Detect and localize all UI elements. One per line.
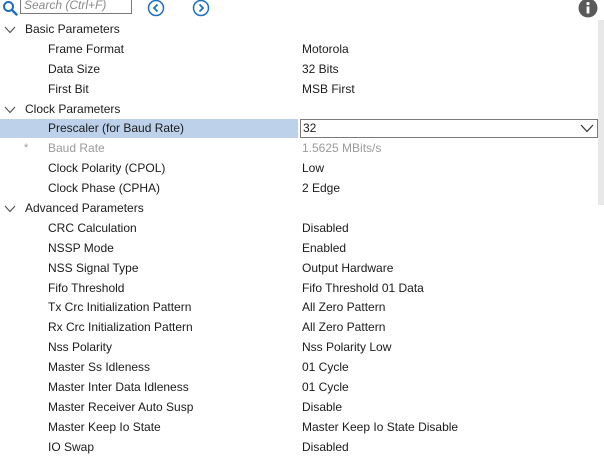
parameter-tree: Basic Parameters Frame Format Motorola D…: [0, 20, 600, 458]
toolbar: [0, 0, 604, 18]
param-label: Master Ss Idleness: [48, 360, 151, 375]
param-value[interactable]: MSB First: [302, 80, 355, 100]
param-label: Rx Crc Initialization Pattern: [48, 320, 193, 335]
param-value[interactable]: Output Hardware: [302, 259, 393, 279]
param-label: Master Inter Data Idleness: [48, 380, 189, 395]
info-icon[interactable]: [578, 0, 598, 18]
param-row-nss-polarity[interactable]: Nss Polarity Nss Polarity Low: [0, 338, 600, 358]
param-row-clock-polarity[interactable]: Clock Polarity (CPOL) Low: [0, 159, 600, 179]
param-row-tx-crc-init-pattern[interactable]: Tx Crc Initialization Pattern All Zero P…: [0, 298, 600, 318]
chevron-down-icon[interactable]: [4, 26, 16, 34]
circle-chevron-left-icon[interactable]: [147, 0, 165, 17]
param-row-baud-rate: * Baud Rate 1.5625 MBits/s: [0, 139, 600, 159]
param-value[interactable]: Disabled: [302, 438, 349, 458]
param-row-rx-crc-init-pattern[interactable]: Rx Crc Initialization Pattern All Zero P…: [0, 318, 600, 338]
param-label: Master Receiver Auto Susp: [48, 399, 194, 414]
group-basic-parameters[interactable]: Basic Parameters: [0, 20, 600, 40]
param-row-nssp-mode[interactable]: NSSP Mode Enabled: [0, 239, 600, 259]
param-value[interactable]: Nss Polarity Low: [302, 338, 391, 358]
param-value[interactable]: 01 Cycle: [302, 378, 349, 398]
prescaler-dropdown[interactable]: 32: [300, 119, 598, 139]
param-label: Baud Rate: [48, 141, 105, 156]
param-label: NSSP Mode: [48, 240, 114, 255]
param-row-master-keep-io-state[interactable]: Master Keep Io State Master Keep Io Stat…: [0, 418, 600, 438]
chevron-down-icon[interactable]: [4, 106, 16, 114]
circle-chevron-right-icon[interactable]: [192, 0, 210, 17]
param-label: Data Size: [48, 61, 101, 76]
param-value: 1.5625 MBits/s: [302, 141, 382, 156]
chevron-down-icon[interactable]: [4, 205, 16, 213]
param-row-prescaler[interactable]: Prescaler (for Baud Rate) 32: [0, 119, 600, 139]
param-row-frame-format[interactable]: Frame Format Motorola: [0, 40, 600, 60]
group-label: Clock Parameters: [25, 101, 121, 116]
chevron-down-icon[interactable]: [580, 124, 594, 133]
param-label: Nss Polarity: [48, 340, 113, 355]
param-label: Clock Phase (CPHA): [48, 181, 161, 196]
param-value[interactable]: Fifo Threshold 01 Data: [302, 279, 424, 299]
param-value[interactable]: 01 Cycle: [302, 358, 349, 378]
param-value[interactable]: Motorola: [302, 40, 349, 60]
param-value[interactable]: Master Keep Io State Disable: [302, 418, 458, 438]
group-clock-parameters[interactable]: Clock Parameters: [0, 100, 600, 120]
param-row-master-inter-data-idleness[interactable]: Master Inter Data Idleness 01 Cycle: [0, 378, 600, 398]
param-label: Clock Polarity (CPOL): [48, 161, 166, 176]
param-value[interactable]: 2 Edge: [302, 179, 340, 199]
search-input[interactable]: [20, 0, 132, 14]
param-label: IO Swap: [48, 439, 95, 454]
param-label: Tx Crc Initialization Pattern: [48, 300, 192, 315]
param-value[interactable]: Enabled: [302, 239, 346, 259]
group-label: Advanced Parameters: [25, 201, 144, 216]
param-row-master-receiver-auto-susp[interactable]: Master Receiver Auto Susp Disable: [0, 398, 600, 418]
param-value[interactable]: All Zero Pattern: [302, 318, 385, 338]
param-row-nss-signal-type[interactable]: NSS Signal Type Output Hardware: [0, 259, 600, 279]
param-value[interactable]: Disable: [302, 398, 342, 418]
param-label: Fifo Threshold: [48, 280, 125, 295]
param-row-data-size[interactable]: Data Size 32 Bits: [0, 60, 600, 80]
param-row-crc-calculation[interactable]: CRC Calculation Disabled: [0, 219, 600, 239]
param-value[interactable]: 32 Bits: [302, 60, 339, 80]
param-label: Frame Format: [48, 41, 125, 56]
dropdown-value: 32: [303, 121, 317, 136]
param-row-io-swap[interactable]: IO Swap Disabled: [0, 438, 600, 458]
param-row-clock-phase[interactable]: Clock Phase (CPHA) 2 Edge: [0, 179, 600, 199]
param-label: Prescaler (for Baud Rate): [48, 121, 185, 136]
group-label: Basic Parameters: [25, 22, 120, 36]
param-value[interactable]: Low: [302, 159, 324, 179]
group-advanced-parameters[interactable]: Advanced Parameters: [0, 199, 600, 219]
param-value[interactable]: All Zero Pattern: [302, 298, 385, 318]
param-value[interactable]: Disabled: [302, 219, 349, 239]
search-icon[interactable]: [2, 0, 18, 16]
param-row-first-bit[interactable]: First Bit MSB First: [0, 80, 600, 100]
param-label: First Bit: [48, 81, 89, 96]
readonly-marker: *: [24, 142, 29, 155]
param-row-master-ss-idleness[interactable]: Master Ss Idleness 01 Cycle: [0, 358, 600, 378]
param-label: NSS Signal Type: [48, 260, 139, 275]
param-label: Master Keep Io State: [48, 419, 161, 434]
param-row-fifo-threshold[interactable]: Fifo Threshold Fifo Threshold 01 Data: [0, 279, 600, 299]
param-label: CRC Calculation: [48, 220, 137, 235]
